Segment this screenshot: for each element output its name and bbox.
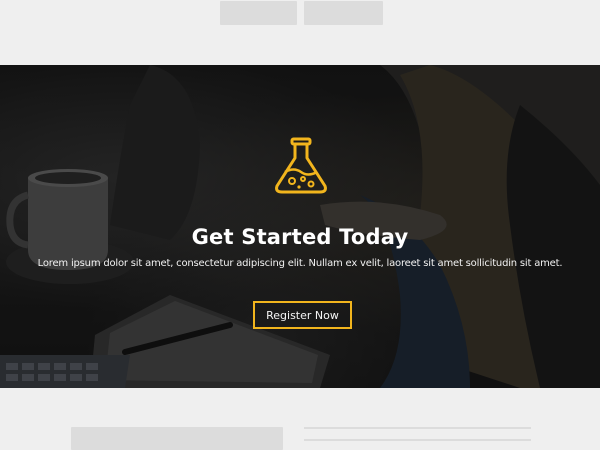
placeholder-line-1 — [304, 427, 531, 429]
hero-content: Get Started Today Lorem ipsum dolor sit … — [0, 65, 600, 388]
top-placeholder-block-2 — [304, 1, 383, 25]
top-placeholders — [0, 0, 600, 65]
top-placeholder-block-1 — [220, 1, 297, 25]
hero-banner: Get Started Today Lorem ipsum dolor sit … — [0, 65, 600, 388]
flask-icon — [272, 136, 330, 196]
hero-description: Lorem ipsum dolor sit amet, consectetur … — [37, 258, 563, 269]
bottom-placeholder-block — [71, 427, 283, 450]
bottom-placeholders — [0, 388, 600, 450]
placeholder-line-2 — [304, 439, 531, 441]
register-now-button[interactable]: Register Now — [253, 301, 352, 329]
hero-title: Get Started Today — [191, 225, 409, 249]
